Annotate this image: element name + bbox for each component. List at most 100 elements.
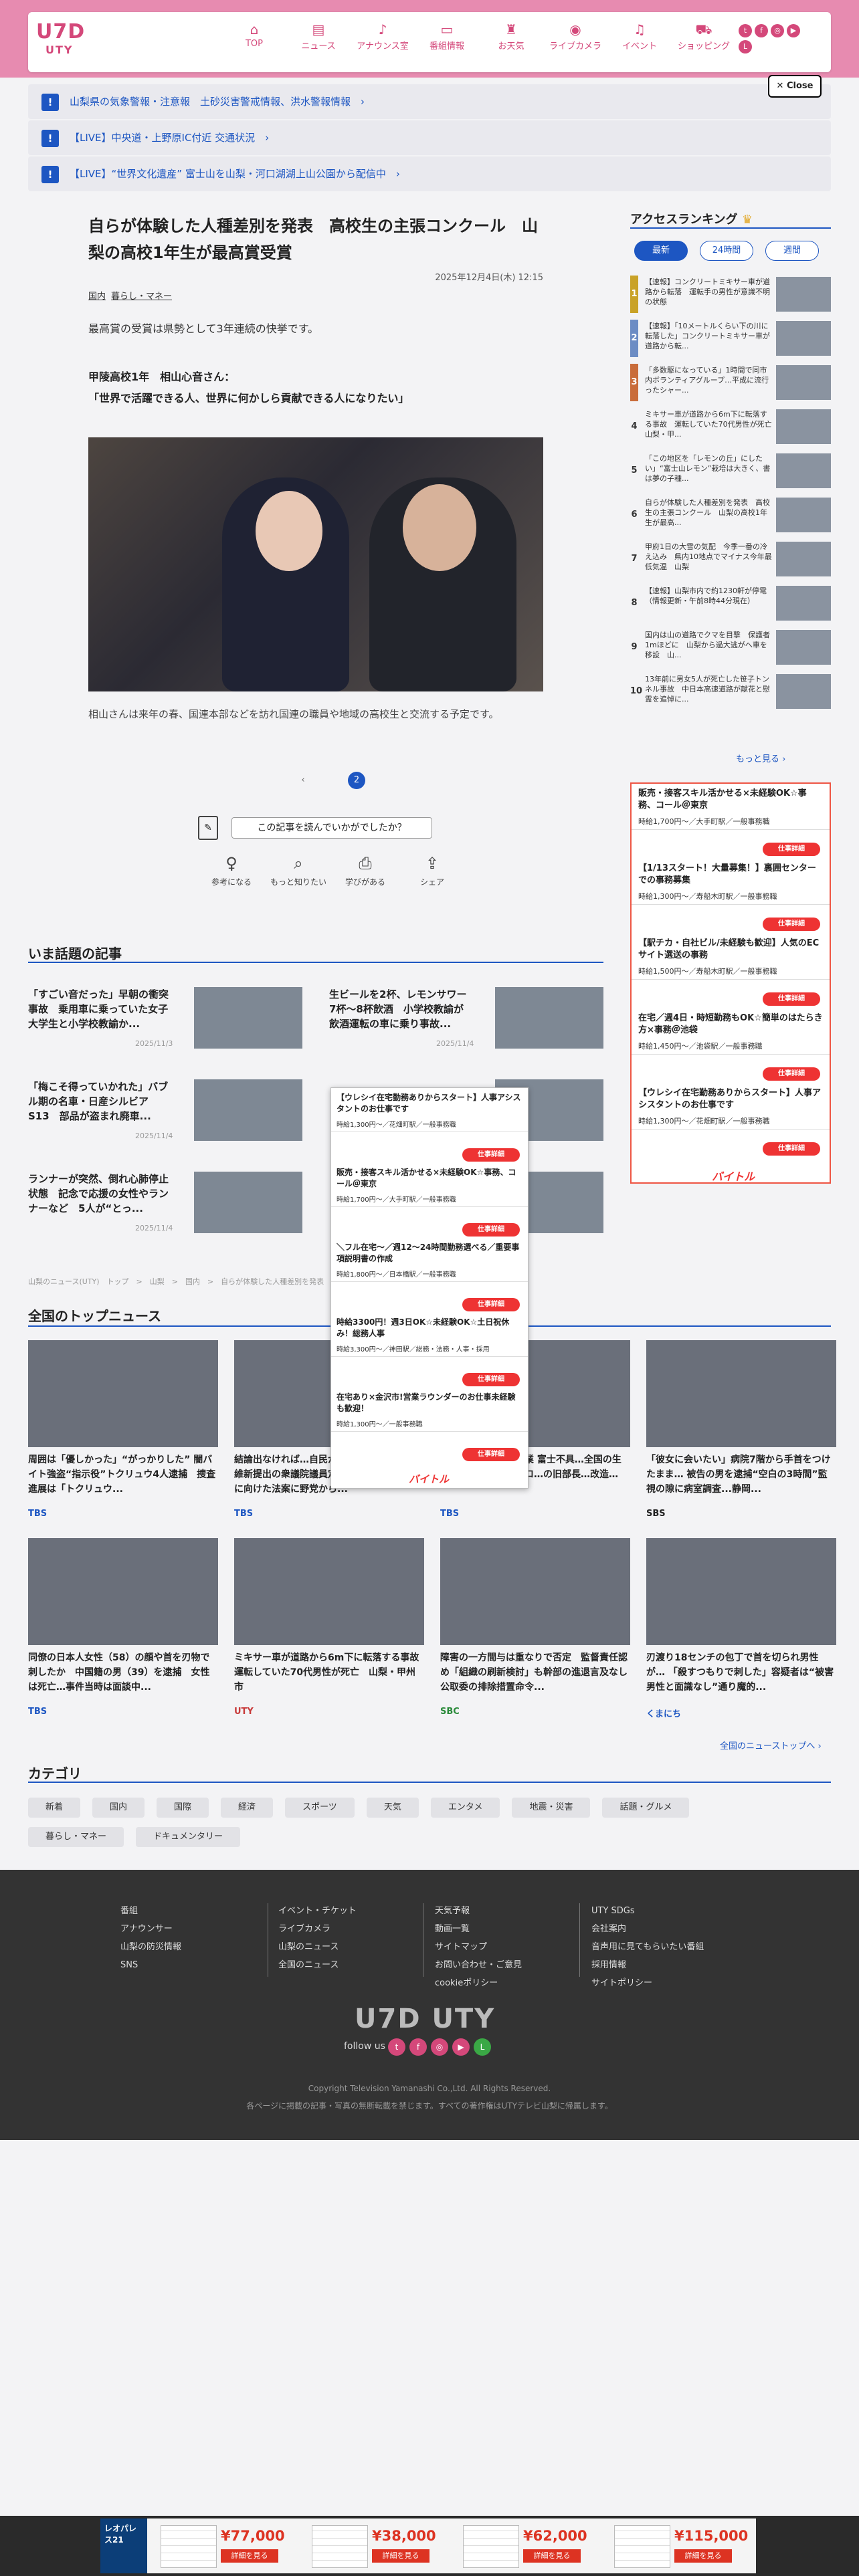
footer-link[interactable]: 全国のニュース — [278, 1956, 357, 1974]
footer-link[interactable]: イベント・チケット — [278, 1902, 357, 1920]
ad-listing[interactable]: ¥38,000 詳細を見る — [312, 2525, 459, 2568]
nav-item[interactable]: ♪ アナウンス室 — [351, 20, 415, 51]
twitter-icon[interactable]: t — [739, 24, 752, 37]
site-logo[interactable]: U7D UTY — [36, 20, 100, 64]
job-item[interactable]: 【ウレシイ在宅勤務ありからスタート】人事アシスタントのお仕事です 時給1,300円… — [632, 1087, 830, 1156]
popup-detail-button[interactable]: 仕事詳細 — [462, 1223, 520, 1237]
topnews-more-link[interactable]: 全国のニューストップへ › — [720, 1739, 822, 1751]
footer-link[interactable]: 山梨の防災情報 — [120, 1938, 181, 1956]
topnews-card[interactable]: 刃渡り18センチの包丁で首を切られ男性が… 「殺すつもりで刺した」容疑者は“被害… — [646, 1538, 836, 1719]
youtube-icon[interactable]: ▶ — [787, 24, 800, 37]
footer-link[interactable]: UTY SDGs — [591, 1902, 704, 1920]
ranking-item[interactable]: 1 【速報】コンクリートミキサー車が道路から転落 運転手の男性が意識不明の状態 — [630, 276, 831, 317]
ad-listing[interactable]: ¥115,000 詳細を見る — [614, 2525, 761, 2568]
tab-weekly[interactable]: 週間 — [765, 241, 819, 261]
category-chip[interactable]: 地震・災害 — [512, 1798, 591, 1818]
category-chip[interactable]: 話題・グルメ — [602, 1798, 690, 1818]
category-chip[interactable]: スポーツ — [285, 1798, 355, 1818]
ranking-item[interactable]: 2 【速報】「10メートルくらい下の川に転落した」コンクリートミキサー車が道路から… — [630, 320, 831, 361]
nav-item[interactable]: ▭ 番組情報 — [415, 20, 479, 51]
job-detail-button[interactable]: 仕事詳細 — [763, 992, 820, 1006]
footer-link[interactable]: 会社案内 — [591, 1920, 704, 1938]
footer-link[interactable]: 動画一覧 — [435, 1920, 522, 1938]
footer-link[interactable]: サイトマップ — [435, 1938, 522, 1956]
category-chip[interactable]: ドキュメンタリー — [136, 1827, 241, 1847]
ranking-item[interactable]: 8 【速報】山梨市内で約1230軒が停電（情報更新・午前8時44分現在） — [630, 584, 831, 626]
category-chip[interactable]: 経済 — [221, 1798, 274, 1818]
nav-item[interactable]: ♫ イベント — [607, 20, 672, 51]
popup-detail-button[interactable]: 仕事詳細 — [462, 1448, 520, 1461]
footer-link[interactable]: お問い合わせ・ご意見 — [435, 1956, 522, 1974]
close-button[interactable]: ✕ Close — [768, 75, 822, 98]
footer-link[interactable]: 音声用に見てもらいたい番組 — [591, 1938, 704, 1956]
popup-detail-button[interactable]: 仕事詳細 — [462, 1373, 520, 1386]
topnews-card[interactable]: 周囲は「優しかった」“がっかりした” 闇バイト強盗“指示役”トクリュウ4人逮捕 … — [28, 1340, 218, 1521]
popup-job-item[interactable]: 在宅あり×金沢市!営業ラウンダーのお仕事未経験も歓迎！ 時給1,300円～／一般事… — [331, 1392, 528, 1461]
popup-job-item[interactable]: ＼フル在宅～／週12～24時間勤務選べる／重要事項説明書の作成 時給1,800円～… — [331, 1242, 528, 1311]
ranking-item[interactable]: 4 ミキサー車が道路から6m下に転落する事故 運転していた70代男性が死亡 山梨・… — [630, 408, 831, 449]
category-chip[interactable]: 天気 — [366, 1798, 419, 1818]
page-2[interactable]: 2 — [348, 772, 365, 789]
job-detail-button[interactable]: 仕事詳細 — [763, 1067, 820, 1081]
tab-latest[interactable]: 最新 — [634, 241, 688, 261]
job-item[interactable]: 【1/13スタート！大量募集！】裏囲センターでの事務募集 時給1,300円～／寿船… — [632, 863, 830, 931]
feedback-button[interactable]: ⌕ もっと知りたい — [265, 851, 332, 887]
nav-item[interactable]: ◉ ライブカメラ — [543, 20, 607, 51]
ranking-item[interactable]: 10 13年前に男女5人が死亡した笹子トンネル事故 中日本高速道路が献花と慰霊を追… — [630, 673, 831, 714]
popup-job-item[interactable]: 販売・接客スキル活かせる×未経験OK☆事務、コール＠東京 時給1,700円～／大手… — [331, 1167, 528, 1237]
line-icon[interactable]: L — [739, 40, 752, 53]
ad-detail-button[interactable]: 詳細を見る — [372, 2549, 430, 2563]
ad-detail-button[interactable]: 詳細を見る — [523, 2549, 581, 2563]
instagram-icon[interactable]: ◎ — [431, 2038, 448, 2056]
facebook-icon[interactable]: f — [409, 2038, 427, 2056]
popup-detail-button[interactable]: 仕事詳細 — [462, 1298, 520, 1311]
popup-job-item[interactable]: 【ウレシイ在宅勤務ありからスタート】人事アシスタントのお仕事です 時給1,300円… — [331, 1092, 528, 1162]
trend-article[interactable]: 「すごい音だった」早朝の衝突事故 乗用車に乗っていた女子大学生と小学校教諭か..… — [28, 987, 302, 1054]
ranking-more-link[interactable]: もっと見る › — [736, 752, 785, 764]
nav-item[interactable]: ▤ ニュース — [286, 20, 351, 51]
popup-job-item[interactable]: 時給3300円！週3日OK☆未経験OK☆土日祝休み！総務人事 時給3,300円～／… — [331, 1317, 528, 1386]
ad-detail-button[interactable]: 詳細を見る — [221, 2549, 278, 2563]
footer-link[interactable]: 山梨のニュース — [278, 1938, 357, 1956]
popup-detail-button[interactable]: 仕事詳細 — [462, 1148, 520, 1162]
feedback-button[interactable]: ♀ 参考になる — [198, 851, 265, 887]
job-item[interactable]: 【駅チカ・自社ビル/未経験も歓迎】人気のECサイト選送の事務 時給1,500円～／… — [632, 938, 830, 1006]
tag-link[interactable]: 暮らし・マネー — [111, 292, 172, 302]
job-detail-button[interactable]: 仕事詳細 — [763, 843, 820, 856]
trend-article[interactable]: ランナーが突然、倒れ心肺停止状態 記念で応援の女性やランナーなど 5人が“とっ.… — [28, 1172, 302, 1239]
job-item[interactable]: 販売・接客スキル活かせる×未経験OK☆事務、コール＠東京 時給1,700円～／大手… — [632, 788, 830, 856]
alert-bar-fuji[interactable]: ! 【LIVE】“世界文化遺産” 富士山を山梨・河口湖湖上山公園から配信中 › — [28, 156, 831, 191]
topnews-card[interactable]: 障害の一方間与は重なりで否定 監督責任認め「組織の刷新検討」も幹部の進退言及なし… — [440, 1538, 637, 1719]
ad-listing[interactable]: ¥62,000 詳細を見る — [463, 2525, 610, 2568]
footer-link[interactable]: cookieポリシー — [435, 1974, 522, 1992]
footer-link[interactable]: アナウンサー — [120, 1920, 181, 1938]
footer-link[interactable]: ライブカメラ — [278, 1920, 357, 1938]
ranking-item[interactable]: 6 自らが体験した人種差別を発表 高校生の主張コンクール 山梨の高校1年生が最高.… — [630, 496, 831, 538]
alert-bar-weather[interactable]: ! 山梨県の気象警報・注意報 土砂災害警戒情報、洪水警報情報 › — [28, 84, 831, 119]
popup-baitoru-logo[interactable]: バイトル — [409, 1472, 449, 1486]
job-item[interactable]: 在宅／週4日・時短勤務もOK☆簡単のはたらき方×事務＠池袋 時給1,450円～／池… — [632, 1012, 830, 1081]
footer-link[interactable]: 天気予報 — [435, 1902, 522, 1920]
topnews-card[interactable]: 「彼女に会いたい」病院7階から手首をつけたまま… 被告の男を逮捕“空白の3時間”… — [646, 1340, 836, 1521]
footer-link[interactable]: SNS — [120, 1956, 181, 1974]
footer-logo[interactable]: U7D UTY — [355, 2004, 495, 2034]
category-chip[interactable]: 国際 — [157, 1798, 209, 1818]
page-prev[interactable]: ‹ — [294, 772, 312, 789]
youtube-icon[interactable]: ▶ — [452, 2038, 470, 2056]
nav-item[interactable]: ♜ お天気 — [479, 20, 543, 51]
ad-listing[interactable]: ¥77,000 詳細を見る — [161, 2525, 308, 2568]
category-chip[interactable]: エンタメ — [430, 1798, 500, 1818]
instagram-icon[interactable]: ◎ — [771, 24, 784, 37]
nav-item[interactable]: ⌂ TOP — [222, 20, 286, 51]
trend-article[interactable]: 「梅こそ得っていかれた」バブル期の名車・日産シルビアS13 部品が盗まれ廃車..… — [28, 1079, 302, 1146]
nav-item[interactable]: ⛟ ショッピング — [672, 20, 736, 51]
line-icon[interactable]: L — [474, 2038, 491, 2056]
twitter-icon[interactable]: t — [388, 2038, 405, 2056]
topnews-card[interactable]: ミキサー車が道路から6m下に転落する事故 運転していた70代男性が死亡 山梨・甲… — [234, 1538, 428, 1719]
tag-link[interactable]: 国内 — [88, 292, 106, 302]
alert-bar-traffic[interactable]: ! 【LIVE】中央道・上野原IC付近 交通状況 › — [28, 120, 831, 155]
footer-link[interactable]: 採用情報 — [591, 1956, 704, 1974]
feedback-button[interactable]: ⇪ シェア — [399, 851, 466, 887]
ranking-item[interactable]: 5 「この地区を「レモンの丘」にしたい」“富士山レモン”栽培は大きく、書は夢の子種… — [630, 452, 831, 494]
job-detail-button[interactable]: 仕事詳細 — [763, 918, 820, 931]
